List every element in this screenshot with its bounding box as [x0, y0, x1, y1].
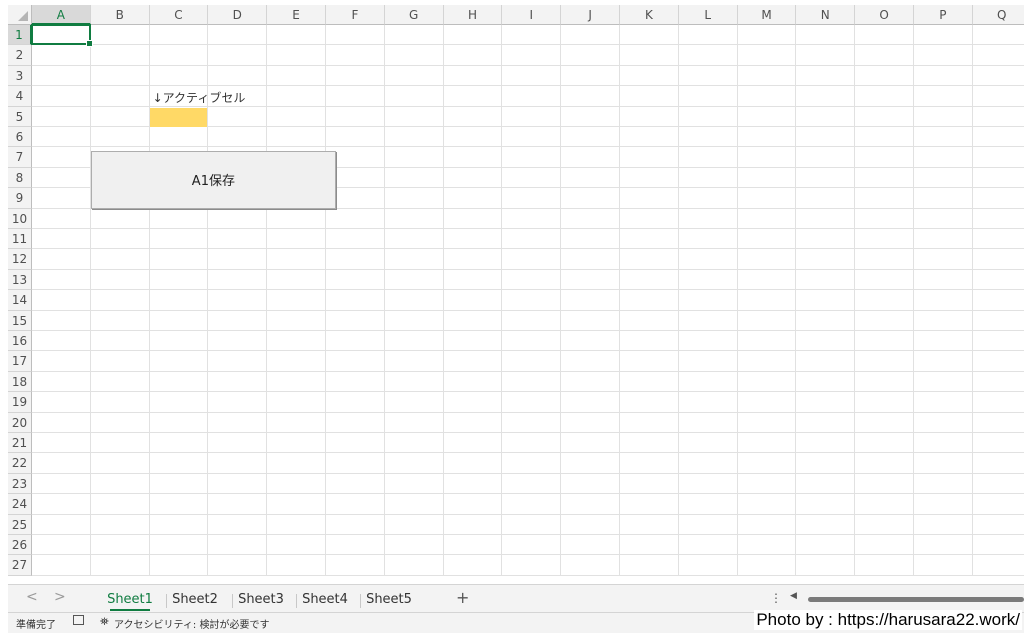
- row-header-15[interactable]: 15: [8, 310, 32, 331]
- row-gridline: [32, 248, 1024, 250]
- row-gridline: [32, 309, 1024, 311]
- row-gridline: [32, 330, 1024, 331]
- row-gridline: [32, 228, 1024, 229]
- row-header-2[interactable]: 2: [8, 45, 32, 66]
- row-header-9[interactable]: 9: [8, 188, 32, 209]
- row-header-12[interactable]: 12: [8, 249, 32, 270]
- scroll-left-icon[interactable]: ◀: [790, 591, 797, 601]
- accessibility-icon[interactable]: ⛯: [100, 615, 109, 629]
- sheet-tab-label: Sheet2: [172, 592, 218, 607]
- row-header-5[interactable]: 5: [8, 106, 32, 127]
- row-header-25[interactable]: 25: [8, 514, 32, 535]
- active-cell-a1[interactable]: [31, 24, 93, 48]
- row-header-20[interactable]: 20: [8, 412, 32, 433]
- column-header-i[interactable]: I: [502, 5, 562, 25]
- add-sheet-button[interactable]: +: [456, 588, 469, 607]
- row-gridline: [32, 493, 1024, 495]
- row-header-11[interactable]: 11: [8, 229, 32, 250]
- row-header-10[interactable]: 10: [8, 208, 32, 229]
- column-header-d[interactable]: D: [208, 5, 268, 25]
- column-header-g[interactable]: G: [384, 5, 444, 25]
- column-header-o[interactable]: O: [855, 5, 914, 25]
- row-header-17[interactable]: 17: [8, 351, 32, 372]
- column-header-c[interactable]: C: [149, 5, 209, 25]
- row-header-18[interactable]: 18: [8, 371, 32, 393]
- row-gridline: [32, 64, 1024, 66]
- row-header-26[interactable]: 26: [8, 535, 32, 556]
- sheet-tab-sheet2[interactable]: Sheet2: [168, 589, 222, 611]
- tab-separator: [296, 594, 297, 608]
- excel-window: A B C D E F G H I J K L M N O P Q 1 2 3 4 5 6 7 8 9 10 11 12 13 14 15 16…: [0, 0, 1024, 633]
- row-gridline: [32, 370, 1024, 372]
- tab-separator: [360, 594, 361, 608]
- row-gridline: [32, 44, 1024, 46]
- row-header-8[interactable]: 8: [8, 167, 32, 189]
- row-gridline: [32, 85, 1024, 87]
- prev-sheet-icon[interactable]: <: [26, 589, 38, 605]
- active-tab-underline: [110, 609, 150, 611]
- row-header-27[interactable]: 27: [8, 555, 32, 576]
- row-gridline: [32, 472, 1024, 474]
- column-header-e[interactable]: E: [267, 5, 326, 25]
- accessibility-status[interactable]: アクセシビリティ: 検討が必要です: [114, 616, 269, 631]
- select-all-corner[interactable]: [8, 5, 32, 25]
- row-gridline: [32, 146, 1024, 148]
- column-header-b[interactable]: B: [90, 5, 150, 25]
- row-gridline: [32, 513, 1024, 515]
- sheet-tab-sheet3[interactable]: Sheet3: [234, 589, 288, 611]
- row-header-24[interactable]: 24: [8, 494, 32, 515]
- row-header-3[interactable]: 3: [8, 65, 32, 87]
- next-sheet-icon[interactable]: >: [54, 589, 66, 605]
- row-gridline: [32, 289, 1024, 291]
- row-gridline: [32, 268, 1024, 270]
- column-header-k[interactable]: K: [620, 5, 679, 25]
- ready-status: 準備完了: [16, 620, 56, 631]
- sheet-tab-sheet4[interactable]: Sheet4: [298, 589, 352, 611]
- row-header-6[interactable]: 6: [8, 127, 32, 148]
- column-header-a[interactable]: A: [32, 5, 91, 25]
- sheet-tab-label: Sheet1: [107, 592, 153, 607]
- row-header-14[interactable]: 14: [8, 290, 32, 311]
- row-header-7[interactable]: 7: [8, 147, 32, 168]
- row-gridline: [32, 534, 1024, 535]
- row-header-19[interactable]: 19: [8, 392, 32, 413]
- sheet-tab-sheet1[interactable]: Sheet1: [104, 589, 156, 611]
- save-a1-button[interactable]: A1保存: [90, 151, 336, 209]
- column-header-m[interactable]: M: [737, 5, 797, 25]
- row-gridline: [32, 452, 1024, 454]
- active-cell-note[interactable]: ↓アクティブセル: [153, 89, 246, 106]
- column-header-q[interactable]: Q: [972, 5, 1024, 25]
- row-header-22[interactable]: 22: [8, 453, 32, 474]
- row-gridline: [32, 350, 1024, 352]
- row-header-21[interactable]: 21: [8, 433, 32, 454]
- column-header-h[interactable]: H: [443, 5, 503, 25]
- sheet-tab-label: Sheet5: [366, 592, 412, 607]
- watermark: Photo by : https://harusara22.work/: [754, 610, 1022, 630]
- row-header-1[interactable]: 1: [8, 25, 32, 46]
- column-header-n[interactable]: N: [796, 5, 856, 25]
- sheet-tab-sheet5[interactable]: Sheet5: [362, 589, 416, 611]
- more-options-icon[interactable]: ⋮: [770, 591, 782, 605]
- sheet-tab-label: Sheet3: [238, 592, 284, 607]
- highlighted-cell-c5[interactable]: [149, 107, 208, 127]
- sheet-tab-label: Sheet4: [302, 592, 348, 607]
- column-header-f[interactable]: F: [326, 5, 385, 25]
- tab-separator: [166, 594, 167, 608]
- row-gridline: [32, 411, 1024, 413]
- column-header-p[interactable]: P: [914, 5, 973, 25]
- column-header-j[interactable]: J: [561, 5, 620, 25]
- row-header-13[interactable]: 13: [8, 269, 32, 291]
- sheet-tab-bar: < > Sheet1 Sheet2 Sheet3 Sheet4 Sheet5 + ⋮ ◀: [8, 584, 1024, 613]
- row-header-23[interactable]: 23: [8, 473, 32, 495]
- row-gridline: [32, 432, 1024, 433]
- row-gridline: [32, 554, 1024, 556]
- tab-separator: [232, 594, 233, 608]
- row-gridline: [32, 391, 1024, 393]
- horizontal-scrollbar[interactable]: [808, 597, 1024, 602]
- row-header-16[interactable]: 16: [8, 331, 32, 352]
- row-header-4[interactable]: 4: [8, 86, 32, 107]
- macro-record-icon[interactable]: [73, 615, 84, 625]
- row-gridline: [32, 574, 1024, 576]
- column-header-l[interactable]: L: [678, 5, 738, 25]
